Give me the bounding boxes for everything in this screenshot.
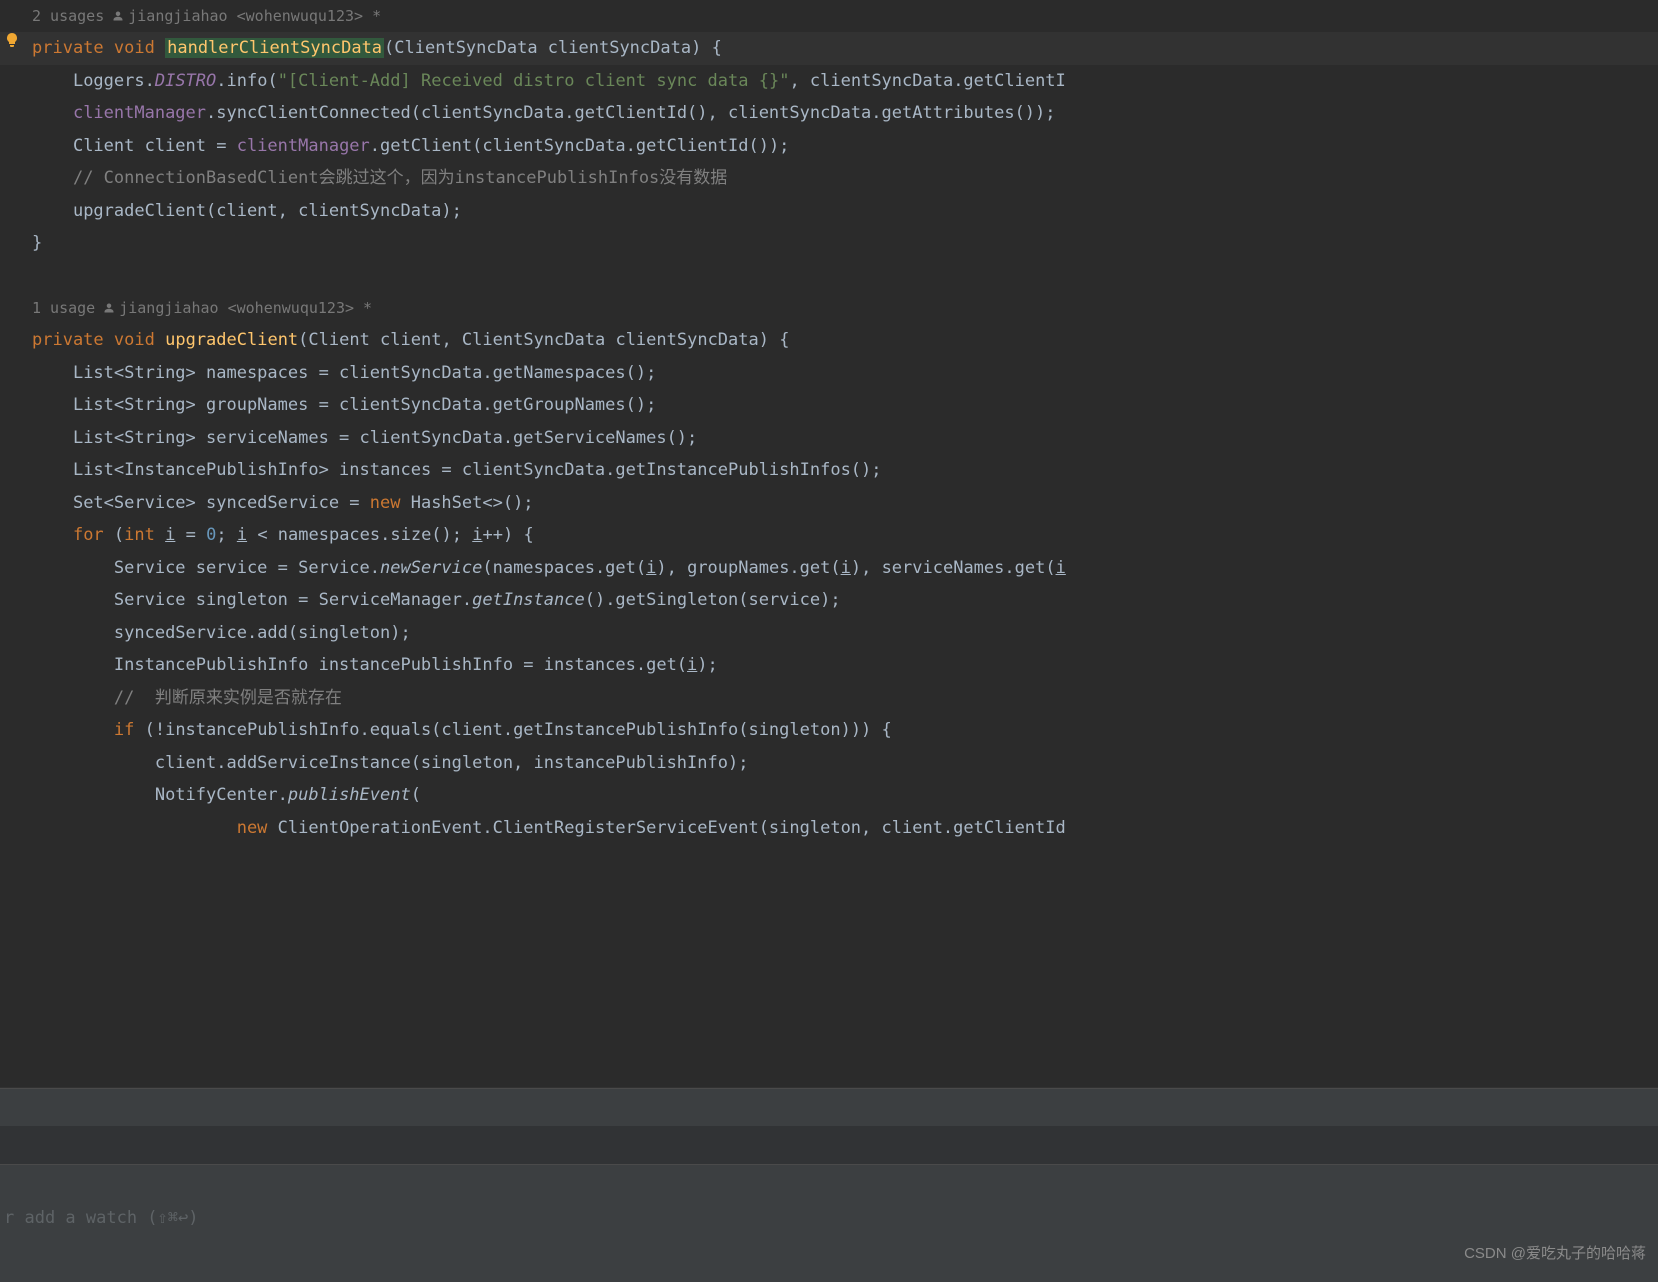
person-icon — [112, 10, 124, 22]
code-line[interactable]: Service service = Service.newService(nam… — [32, 552, 1658, 585]
code-line[interactable]: private void handlerClientSyncData(Clien… — [0, 32, 1658, 65]
debug-panel[interactable]: r add a watch (⇧⌘↩) — [0, 1087, 1658, 1282]
code-line[interactable]: new ClientOperationEvent.ClientRegisterS… — [32, 812, 1658, 845]
code-line[interactable]: // ConnectionBasedClient会跳过这个，因为instance… — [32, 162, 1658, 195]
intention-bulb-icon[interactable] — [4, 32, 20, 48]
person-icon — [103, 302, 115, 314]
code-line[interactable]: NotifyCenter.publishEvent( — [32, 779, 1658, 812]
code-line[interactable]: syncedService.add(singleton); — [32, 617, 1658, 650]
code-line[interactable]: client.addServiceInstance(singleton, ins… — [32, 747, 1658, 780]
method-name-highlighted: handlerClientSyncData — [165, 38, 384, 58]
code-line[interactable]: if (!instancePublishInfo.equals(client.g… — [32, 714, 1658, 747]
usage-inlay[interactable]: 2 usages jiangjiahao <wohenwuqu123> * — [32, 0, 1658, 32]
code-line[interactable]: } — [32, 227, 1658, 260]
code-line[interactable]: for (int i = 0; i < namespaces.size(); i… — [32, 519, 1658, 552]
author-inlay: jiangjiahao <wohenwuqu123> * — [112, 0, 381, 32]
code-line[interactable]: List<InstancePublishInfo> instances = cl… — [32, 454, 1658, 487]
code-line[interactable]: clientManager.syncClientConnected(client… — [32, 97, 1658, 130]
csdn-watermark: CSDN @爱吃丸子的哈哈蒋 — [1464, 1238, 1646, 1271]
code-line[interactable]: upgradeClient(client, clientSyncData); — [32, 195, 1658, 228]
usage-inlay[interactable]: 1 usage jiangjiahao <wohenwuqu123> * — [32, 292, 1658, 324]
blank-line[interactable] — [32, 260, 1658, 293]
code-line[interactable]: Loggers.DISTRO.info("[Client-Add] Receiv… — [32, 65, 1658, 98]
code-line[interactable]: private void upgradeClient(Client client… — [32, 324, 1658, 357]
code-line[interactable]: Set<Service> syncedService = new HashSet… — [32, 487, 1658, 520]
code-line[interactable]: List<String> serviceNames = clientSyncDa… — [32, 422, 1658, 455]
code-line[interactable]: List<String> groupNames = clientSyncData… — [32, 389, 1658, 422]
method-name: upgradeClient — [165, 330, 298, 350]
usage-count: 2 usages — [32, 0, 104, 32]
code-line[interactable]: // 判断原来实例是否就存在 — [32, 682, 1658, 715]
code-line[interactable]: List<String> namespaces = clientSyncData… — [32, 357, 1658, 390]
author-inlay: jiangjiahao <wohenwuqu123> * — [103, 292, 372, 325]
usage-count: 1 usage — [32, 292, 95, 325]
code-line[interactable]: InstancePublishInfo instancePublishInfo … — [32, 649, 1658, 682]
code-line[interactable]: Service singleton = ServiceManager.getIn… — [32, 584, 1658, 617]
code-editor[interactable]: 2 usages jiangjiahao <wohenwuqu123> * pr… — [0, 0, 1658, 844]
watch-hint: r add a watch (⇧⌘↩) — [0, 1202, 198, 1235]
code-line[interactable]: Client client = clientManager.getClient(… — [32, 130, 1658, 163]
